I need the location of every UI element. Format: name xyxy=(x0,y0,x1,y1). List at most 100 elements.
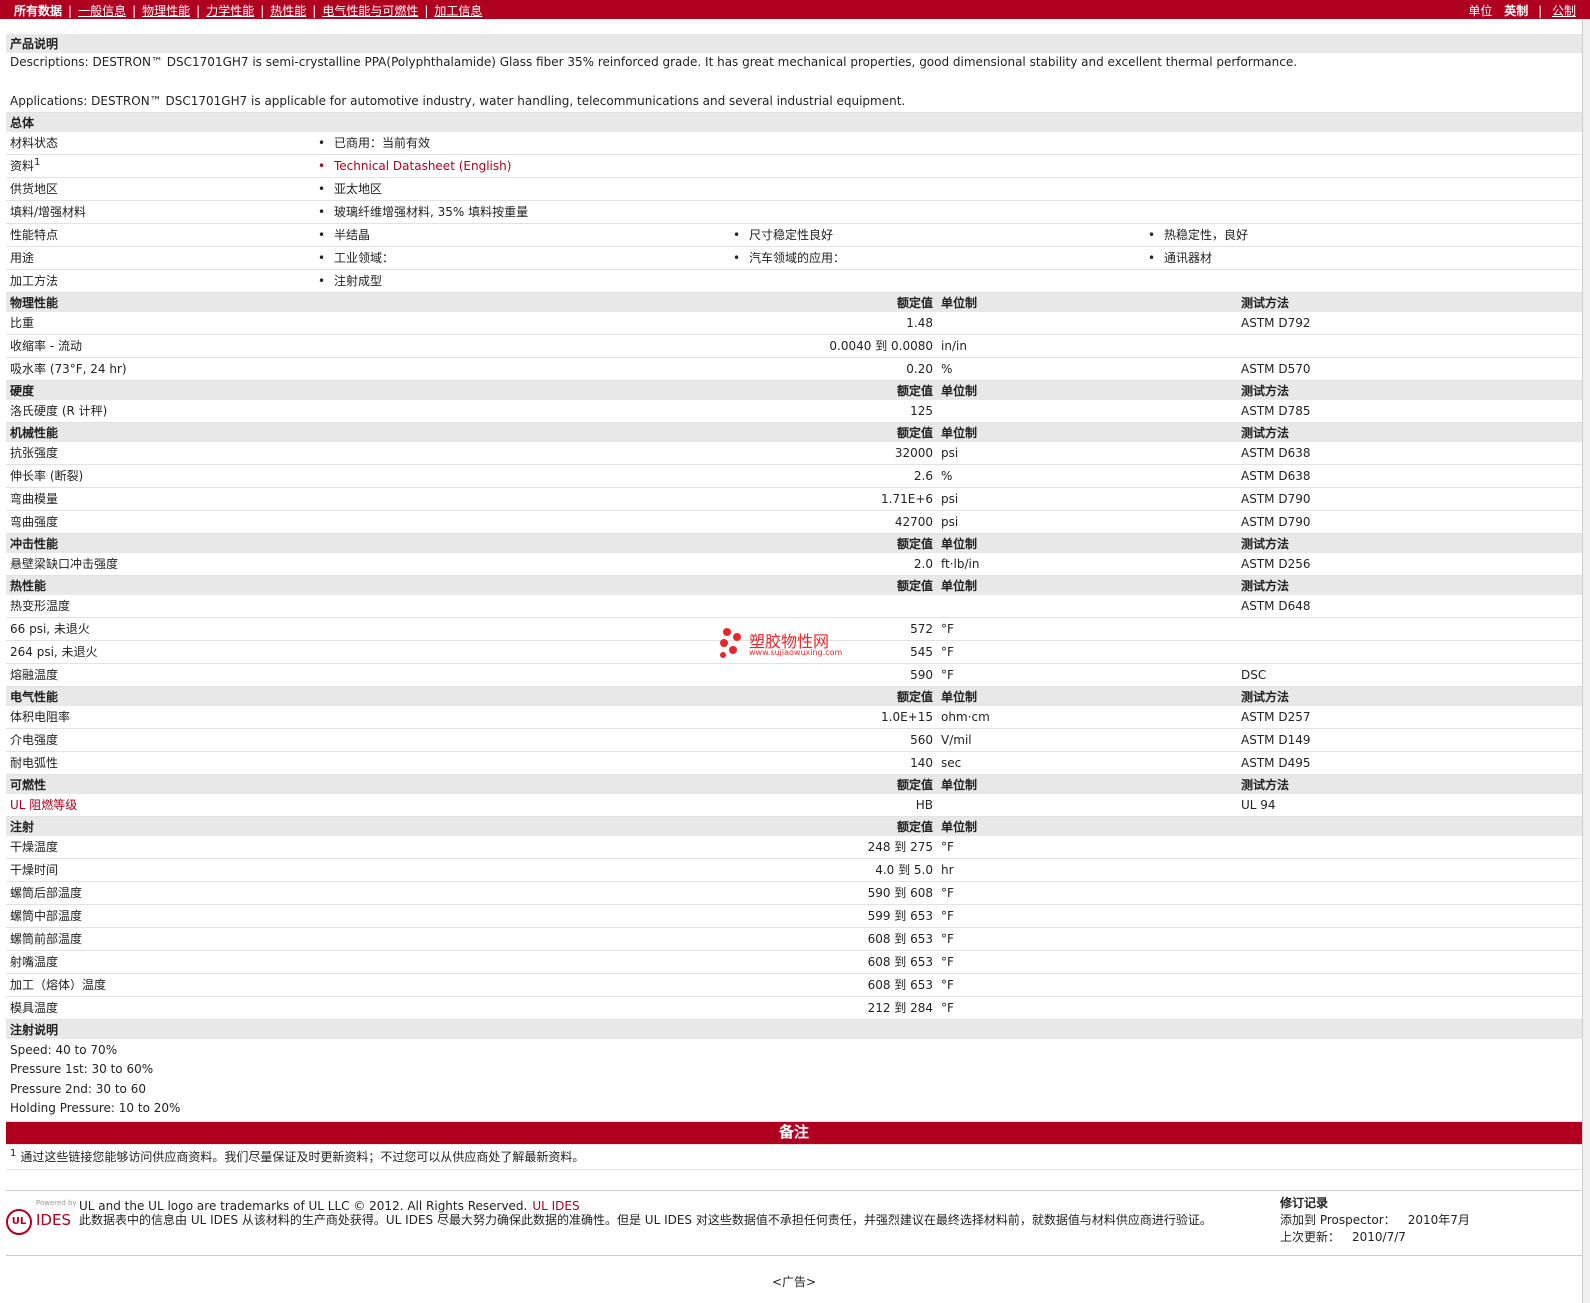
unit-imperial[interactable]: 英制 xyxy=(1504,4,1528,18)
test-method: ASTM D790 xyxy=(1237,510,1583,534)
col-method-header: 测试方法 xyxy=(1237,686,1583,706)
test-method: ASTM D638 xyxy=(1237,464,1583,488)
property-label: 体积电阻率 xyxy=(6,705,730,729)
section-header: 硬度 额定值 单位制 测试方法 xyxy=(6,380,1583,400)
datasheet-table: 产品说明 Descriptions: DESTRON™ DSC1701GH7 is… xyxy=(6,34,1583,1290)
property-row: 干燥时间 4.0 到 5.0 hr xyxy=(6,858,1583,882)
nav-tabs: 所有数据 | 一般信息 | 物理性能 | 力学性能 | 热性能 | 电气性能与可燃性 | 加工信息 xyxy=(14,2,482,19)
test-method xyxy=(1237,904,1583,928)
property-label: 干燥时间 xyxy=(6,858,730,882)
nav-separator: | xyxy=(68,4,73,18)
general-row: 供货地区 亚太地区 xyxy=(6,177,1583,201)
col-method-header xyxy=(1237,1019,1583,1039)
property-label: 耐电弧性 xyxy=(6,751,730,775)
property-unit: °F xyxy=(937,663,1238,687)
section-title: 热性能 xyxy=(6,575,730,595)
nav-tab[interactable]: 加工信息 xyxy=(434,4,482,18)
ides-logo-text: IDES xyxy=(36,1210,71,1229)
nav-tab[interactable]: 所有数据 xyxy=(14,4,62,18)
property-label: 吸水率 (73°F, 24 hr) xyxy=(6,357,730,381)
col-unit-header: 单位制 xyxy=(937,686,1238,706)
test-method: DSC xyxy=(1237,663,1583,687)
test-method: ASTM D256 xyxy=(1237,552,1583,576)
col-nominal-header: 额定值 xyxy=(729,292,938,312)
description-row: Descriptions: DESTRON™ DSC1701GH7 is sem… xyxy=(6,53,1583,113)
test-method: ASTM D648 xyxy=(1237,594,1583,618)
nav-tab[interactable]: 物理性能 xyxy=(142,4,190,18)
nav-tab[interactable]: 电气性能与可燃性 xyxy=(322,4,418,18)
general-label: 用途 xyxy=(10,251,35,265)
section-title: 物理性能 xyxy=(6,292,730,312)
unit-metric[interactable]: 公制 xyxy=(1552,4,1576,18)
test-method: UL 94 xyxy=(1237,793,1583,817)
test-method: ASTM D149 xyxy=(1237,728,1583,752)
col-unit-header: 单位制 xyxy=(937,380,1238,400)
nav-tab[interactable]: 一般信息 xyxy=(78,4,126,18)
general-label: 供货地区 xyxy=(10,182,59,196)
property-label: 热变形温度 xyxy=(6,594,730,618)
property-row: 耐电弧性 140 sec ASTM D495 xyxy=(6,751,1583,775)
property-row: 螺筒前部温度 608 到 653 °F xyxy=(6,927,1583,951)
nav-separator: | xyxy=(132,4,137,18)
general-value: 尺寸稳定性良好 xyxy=(733,226,1148,243)
property-row: 螺筒后部温度 590 到 608 °F xyxy=(6,881,1583,905)
nav-tab[interactable]: 热性能 xyxy=(270,4,306,18)
property-unit: °F xyxy=(937,617,1238,641)
property-label: 264 psi, 未退火 xyxy=(6,640,730,664)
test-method: ASTM D257 xyxy=(1237,705,1583,729)
col-nominal-header: 额定值 xyxy=(729,422,938,442)
nav-tab[interactable]: 力学性能 xyxy=(206,4,254,18)
property-row: 热变形温度 ASTM D648 xyxy=(6,594,1583,618)
property-value: 1.0E+15 xyxy=(729,705,938,729)
section-header: 机械性能 额定值 单位制 测试方法 xyxy=(6,422,1583,442)
property-label: 螺筒后部温度 xyxy=(6,881,730,905)
property-value: 1.48 xyxy=(729,311,938,335)
property-label: 熔融温度 xyxy=(6,663,730,687)
test-method xyxy=(1237,334,1583,358)
property-value: 560 xyxy=(729,728,938,752)
section-header: 电气性能 额定值 单位制 测试方法 xyxy=(6,686,1583,706)
general-label: 填料/增强材料 xyxy=(10,205,87,219)
test-method xyxy=(1237,617,1583,641)
nav-separator: | xyxy=(424,4,429,18)
watermark-dots-icon xyxy=(720,628,741,658)
col-method-header: 测试方法 xyxy=(1237,422,1583,442)
property-unit xyxy=(937,793,1238,817)
watermark-url: www.sujiaowuxing.com xyxy=(749,648,843,657)
test-method: ASTM D792 xyxy=(1237,311,1583,335)
test-method xyxy=(1237,881,1583,905)
property-label: 66 psi, 未退火 xyxy=(6,617,730,641)
injection-note: Holding Pressure: 10 to 20% xyxy=(10,1101,181,1115)
injection-note: Pressure 2nd: 30 to 60 xyxy=(10,1081,146,1096)
general-row: 填料/增强材料 玻璃纤维增强材料, 35% 填料按重量 xyxy=(6,200,1583,224)
property-row: 弯曲模量 1.71E+6 psi ASTM D790 xyxy=(6,487,1583,511)
test-method xyxy=(1237,996,1583,1020)
col-method-header: 测试方法 xyxy=(1237,575,1583,595)
property-label: 弯曲强度 xyxy=(6,510,730,534)
remarks-row: 1 通过这些链接您能够访问供应商资料。我们尽量保证及时更新资料；不过您可以从供应商… xyxy=(6,1144,1583,1170)
general-row: 性能特点 半结晶尺寸稳定性良好热稳定性，良好 xyxy=(6,223,1583,247)
scrollbar[interactable] xyxy=(1582,19,1590,1303)
general-row: 材料状态 已商用：当前有效 xyxy=(6,131,1583,155)
trademark-text: UL and the UL logo are trademarks of UL … xyxy=(79,1198,528,1213)
col-unit-header: 单位制 xyxy=(937,575,1238,595)
datasheet: 产品说明 Descriptions: DESTRON™ DSC1701GH7 is… xyxy=(6,34,1583,1290)
col-method-header: 测试方法 xyxy=(1237,774,1583,794)
section-title: 冲击性能 xyxy=(6,533,730,553)
property-unit: in/in xyxy=(937,334,1238,358)
col-unit-header xyxy=(937,1019,1238,1039)
col-method-header: 测试方法 xyxy=(1237,292,1583,312)
property-unit: % xyxy=(937,357,1238,381)
ul-ides-link[interactable]: UL IDES xyxy=(532,1199,579,1213)
added-value: 2010年7月 xyxy=(1407,1212,1470,1227)
test-method xyxy=(1237,640,1583,664)
datasheet-link[interactable]: Technical Datasheet (English) xyxy=(318,159,733,173)
test-method xyxy=(1237,858,1583,882)
property-value: 32000 xyxy=(729,441,938,465)
revision-history: 修订记录 添加到 Prospector： 2010年7月 上次更新： 2010/7/7 xyxy=(1280,1195,1470,1246)
property-label: 抗张强度 xyxy=(6,441,730,465)
col-unit-header: 单位制 xyxy=(937,292,1238,312)
property-value: 42700 xyxy=(729,510,938,534)
property-unit: sec xyxy=(937,751,1238,775)
property-unit: ohm·cm xyxy=(937,705,1238,729)
